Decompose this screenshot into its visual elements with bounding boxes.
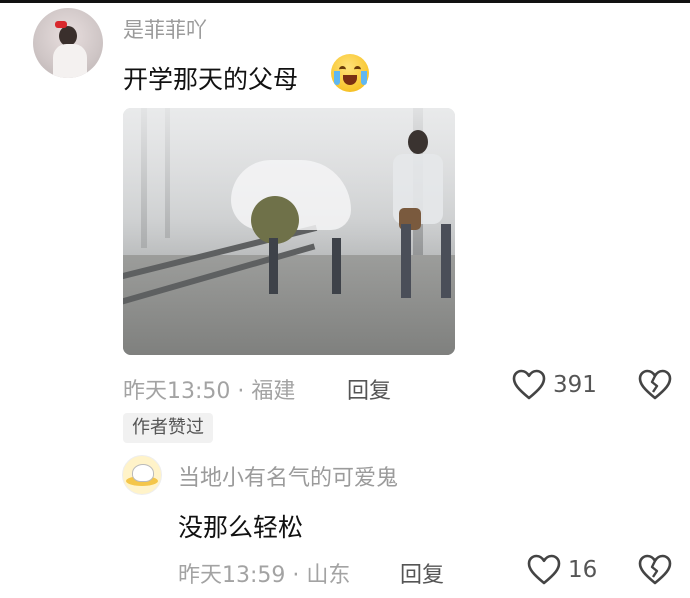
reply-avatar[interactable] xyxy=(122,455,162,495)
avatar-figure-head xyxy=(59,26,77,46)
reply-heart-icon[interactable] xyxy=(527,554,561,586)
avatar[interactable] xyxy=(33,8,103,78)
crying-face-emoji-icon xyxy=(331,54,369,92)
like-count: 391 xyxy=(553,372,597,398)
reply-like-count: 16 xyxy=(568,557,598,583)
comment-text: 开学那天的父母 xyxy=(123,65,299,94)
reply-button[interactable]: 回复 xyxy=(347,373,391,405)
avatar-bun xyxy=(132,464,154,482)
reply-username[interactable]: 当地小有名气的可爱鬼 xyxy=(178,460,398,492)
author-liked-badge: 作者赞过 xyxy=(123,413,213,443)
reply-reply-button[interactable]: 回复 xyxy=(400,557,444,589)
comment-username[interactable]: 是菲菲吖 xyxy=(123,14,207,44)
dislike-broken-heart-icon[interactable] xyxy=(638,369,672,401)
comment-image[interactable] xyxy=(123,108,455,355)
top-divider xyxy=(0,0,690,3)
reply-dislike-broken-heart-icon[interactable] xyxy=(638,554,672,586)
comment-time-location: 昨天13:50 · 福建 xyxy=(123,379,296,404)
heart-icon[interactable] xyxy=(512,369,546,401)
reply-time-location: 昨天13:59 · 山东 xyxy=(178,563,351,588)
avatar-bow xyxy=(55,21,67,28)
avatar-figure-body xyxy=(53,44,87,78)
reply-text: 没那么轻松 xyxy=(178,513,304,542)
